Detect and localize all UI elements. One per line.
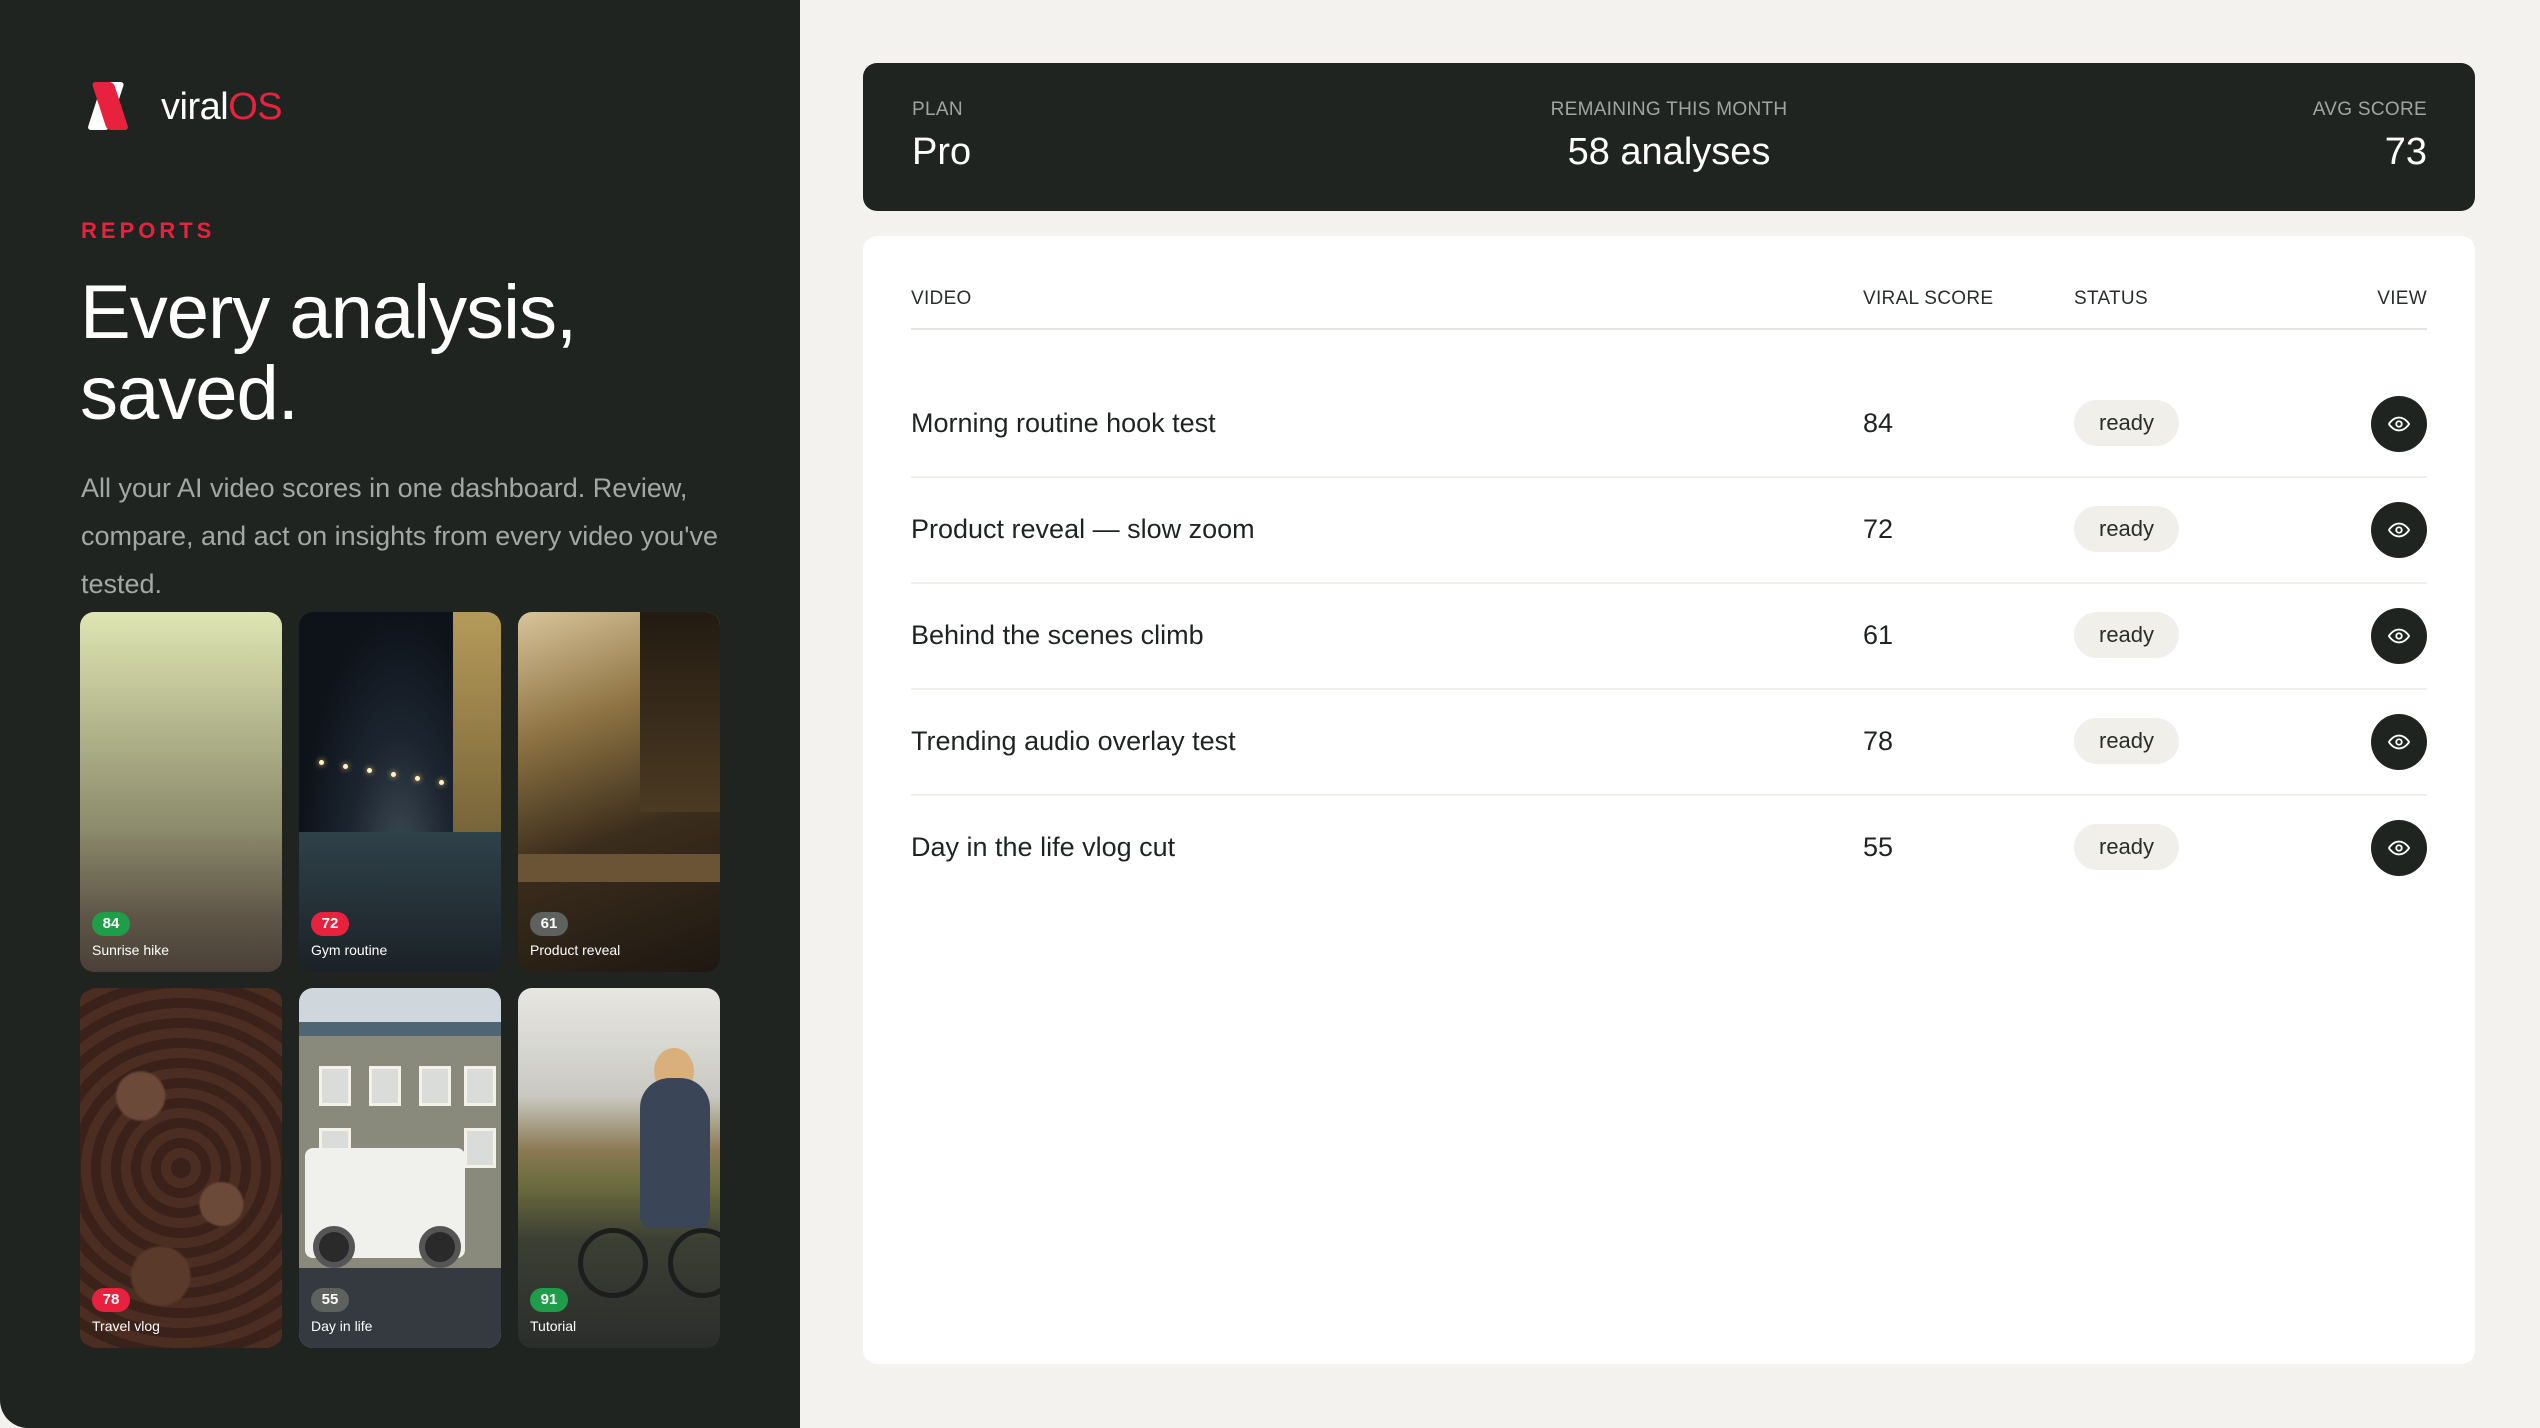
- view-button[interactable]: [2371, 608, 2427, 664]
- status-badge: ready: [2074, 718, 2180, 764]
- thumbnail-grid: 84 Sunrise hike 72 Gym routine 61 Produc…: [80, 612, 720, 1348]
- eye-icon: [2388, 416, 2410, 432]
- avg-score-stat: AVG SCORE 73: [2313, 99, 2427, 174]
- page-description: All your AI video scores in one dashboar…: [81, 473, 718, 599]
- thumbnail-card[interactable]: 61 Product reveal: [518, 612, 720, 972]
- score-badge: 84: [92, 912, 130, 936]
- thumbnail-card[interactable]: 84 Sunrise hike: [80, 612, 282, 972]
- brand-name: viralOS: [161, 85, 283, 128]
- score-badge: 72: [311, 912, 349, 936]
- thumbnail-caption: Tutorial: [530, 1318, 577, 1334]
- header-view: VIEW: [2377, 288, 2427, 309]
- header-status: STATUS: [2074, 288, 2148, 309]
- remaining-stat: REMAINING THIS MONTH 58 analyses: [863, 99, 2475, 174]
- thumbnail-card[interactable]: 72 Gym routine: [299, 612, 501, 972]
- view-button[interactable]: [2371, 714, 2427, 770]
- table-row[interactable]: Product reveal — slow zoom 72 ready: [911, 476, 2427, 584]
- status-badge: ready: [2074, 400, 2180, 446]
- reports-table: VIDEO VIRAL SCORE STATUS VIEW Morning ro…: [863, 236, 2475, 1364]
- table-row[interactable]: Day in the life vlog cut 55 ready: [911, 794, 2427, 900]
- view-button[interactable]: [2371, 820, 2427, 876]
- avg-score-label: AVG SCORE: [2312, 99, 2427, 120]
- left-panel: viralOS REPORTS Every analysis, saved. Al…: [0, 0, 800, 1428]
- score-badge: 55: [311, 1288, 349, 1312]
- video-name: Behind the scenes climb: [911, 620, 1204, 650]
- viral-score: 61: [1863, 620, 1894, 650]
- thumbnail-caption: Sunrise hike: [92, 942, 170, 958]
- status-badge: ready: [2074, 824, 2180, 870]
- logo-mark-icon: [81, 82, 141, 132]
- brand-logo[interactable]: viralOS: [81, 82, 283, 132]
- thumbnail-card[interactable]: 55 Day in life: [299, 988, 501, 1348]
- viral-score: 78: [1863, 726, 1894, 756]
- eye-icon: [2388, 522, 2410, 538]
- viral-score: 55: [1863, 832, 1894, 862]
- remaining-label: REMAINING THIS MONTH: [1550, 99, 1788, 120]
- page-title: Every analysis, saved.: [80, 270, 577, 436]
- view-button[interactable]: [2371, 502, 2427, 558]
- table-row[interactable]: Morning routine hook test 84 ready: [911, 370, 2427, 478]
- eye-icon: [2388, 734, 2410, 750]
- video-name: Product reveal — slow zoom: [911, 514, 1255, 544]
- video-name: Morning routine hook test: [911, 408, 1216, 438]
- view-button[interactable]: [2371, 396, 2427, 452]
- thumbnail-caption: Travel vlog: [92, 1318, 160, 1334]
- thumbnail-caption: Gym routine: [311, 942, 388, 958]
- table-row[interactable]: Behind the scenes climb 61 ready: [911, 582, 2427, 690]
- score-badge: 78: [92, 1288, 130, 1312]
- score-badge: 61: [530, 912, 568, 936]
- remaining-value: 58 analyses: [1567, 131, 1771, 173]
- plan-stats-card: PLAN Pro REMAINING THIS MONTH 58 analyse…: [863, 63, 2475, 211]
- section-eyebrow: REPORTS: [81, 218, 216, 243]
- video-name: Trending audio overlay test: [911, 726, 1236, 756]
- eye-icon: [2388, 840, 2410, 856]
- thumbnail-caption: Day in life: [311, 1318, 373, 1334]
- thumbnail-card[interactable]: 78 Travel vlog: [80, 988, 282, 1348]
- status-badge: ready: [2074, 506, 2180, 552]
- table-header: VIDEO VIRAL SCORE STATUS VIEW: [911, 288, 2427, 330]
- score-badge: 91: [530, 1288, 568, 1312]
- header-video: VIDEO: [911, 288, 972, 309]
- thumbnail-caption: Product reveal: [530, 942, 621, 958]
- status-badge: ready: [2074, 612, 2180, 658]
- avg-score-value: 73: [2384, 131, 2427, 173]
- thumbnail-card[interactable]: 91 Tutorial: [518, 988, 720, 1348]
- video-name: Day in the life vlog cut: [911, 832, 1176, 862]
- eye-icon: [2388, 628, 2410, 644]
- viral-score: 84: [1863, 408, 1894, 438]
- header-viral-score: VIRAL SCORE: [1863, 288, 1994, 309]
- table-row[interactable]: Trending audio overlay test 78 ready: [911, 688, 2427, 796]
- viral-score: 72: [1863, 514, 1894, 544]
